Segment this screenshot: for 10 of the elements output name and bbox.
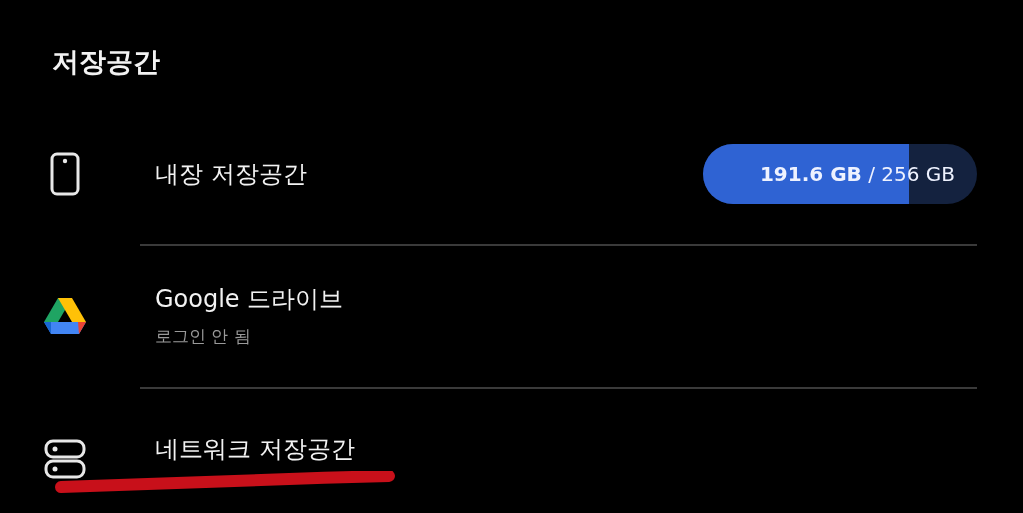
item-subtitle: 로그인 안 됨 — [155, 325, 252, 348]
storage-item[interactable]: 네트워크 저장공간 — [0, 387, 977, 513]
server-icon — [44, 438, 86, 479]
item-title: 네트워크 저장공간 — [155, 433, 356, 465]
page-title: 저장공간 — [51, 45, 161, 79]
item-title: 내장 저장공간 — [155, 159, 308, 190]
phone-icon — [50, 152, 80, 196]
drive-icon — [44, 296, 86, 335]
item-title: Google 드라이브 — [155, 284, 345, 315]
storage-item[interactable]: Google 드라이브 로그인 안 됨 — [0, 244, 977, 387]
